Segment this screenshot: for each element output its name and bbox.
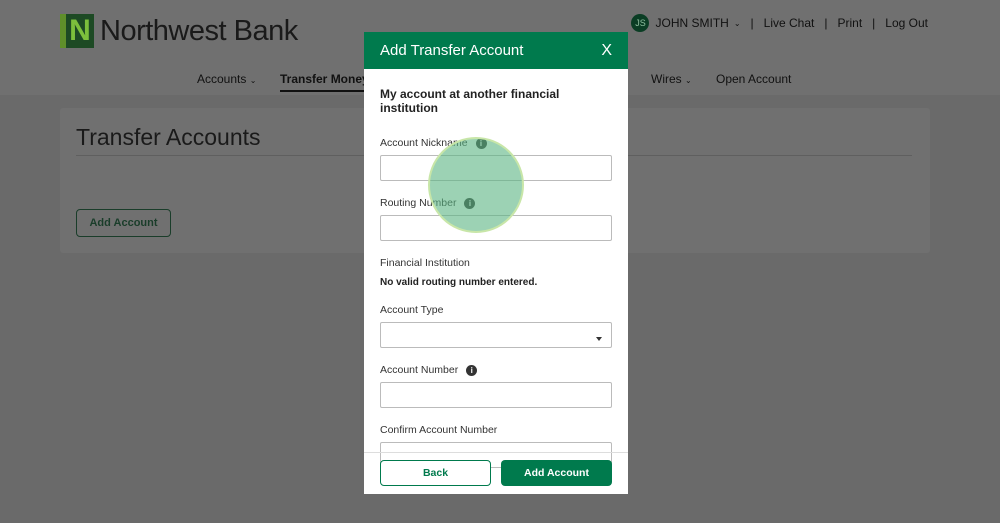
add-transfer-account-modal: Add Transfer Account X My account at ano… [364, 32, 628, 494]
touch-indicator [428, 137, 524, 233]
back-button[interactable]: Back [380, 460, 491, 486]
print-link[interactable]: Print [837, 16, 862, 30]
divider: | [824, 16, 828, 30]
institution-value: No valid routing number entered. [380, 277, 538, 288]
account-number-input[interactable] [380, 382, 612, 408]
info-icon[interactable]: i [466, 364, 478, 376]
user-menu[interactable]: JOHN SMITH [655, 16, 728, 30]
nav-wires[interactable]: Wires ⌄ [651, 72, 692, 86]
add-account-submit-button[interactable]: Add Account [501, 460, 612, 486]
nav-label: Wires [651, 72, 682, 86]
close-icon[interactable]: X [601, 42, 612, 60]
logo-mark: N [60, 14, 94, 48]
add-account-button[interactable]: Add Account [76, 209, 171, 237]
live-chat-link[interactable]: Live Chat [764, 16, 815, 30]
divider: | [750, 16, 754, 30]
modal-title: Add Transfer Account [380, 42, 524, 59]
nav-transfer-money[interactable]: Transfer Money [280, 72, 369, 92]
caret-down-icon [596, 337, 602, 341]
page-title: Transfer Accounts [76, 124, 261, 150]
nav-label: Accounts [197, 72, 247, 86]
nav-open-account[interactable]: Open Account [716, 72, 791, 86]
institution-label: Financial Institution [380, 257, 470, 269]
modal-subtitle: My account at another financial institut… [380, 87, 560, 115]
account-number-label: Account Number [380, 364, 459, 376]
nav-accounts[interactable]: Accounts ⌄ [197, 72, 256, 86]
logo-text: Northwest Bank [100, 14, 298, 47]
logout-link[interactable]: Log Out [885, 16, 928, 30]
modal-footer: Back Add Account [364, 452, 628, 494]
chevron-down-icon: ⌄ [685, 76, 692, 85]
utility-nav: JS JOHN SMITH ⌄ | Live Chat | Print | Lo… [631, 14, 928, 32]
logo[interactable]: N Northwest Bank [60, 14, 298, 48]
chevron-down-icon: ⌄ [733, 18, 741, 28]
chevron-down-icon: ⌄ [249, 76, 257, 85]
divider: | [872, 16, 876, 30]
confirm-label: Confirm Account Number [380, 424, 498, 436]
avatar[interactable]: JS [631, 14, 650, 32]
account-type-select[interactable] [380, 322, 612, 348]
modal-header: Add Transfer Account X [364, 32, 628, 69]
account-type-label: Account Type [380, 304, 444, 316]
